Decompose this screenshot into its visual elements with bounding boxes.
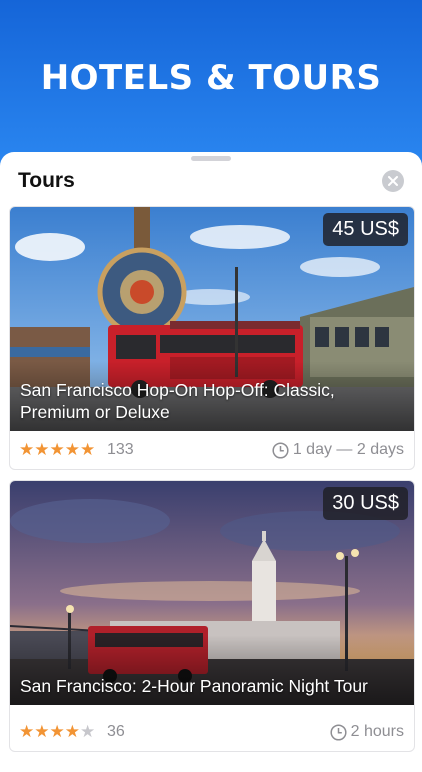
clock-icon [272,441,289,459]
duration-text: 1 day — 2 days [292,441,404,458]
price-badge: 30 US$ [323,487,408,520]
star-icon: ★ [64,722,80,741]
page-title: HOTELS & TOURS [40,58,382,98]
price-badge: 45 US$ [323,213,408,246]
header: HOTELS & TOURS [0,0,422,165]
tour-meta: ★★★★★ 36 2 hours [10,713,414,751]
tour-card[interactable]: 45 US$ San Francisco Hop-On Hop-Off: Cla… [9,206,415,470]
duration: 2 hours [330,723,404,741]
star-icon: ★ [34,440,50,459]
close-button[interactable] [382,170,404,192]
review-count: 133 [107,441,134,458]
tour-title[interactable]: San Francisco Hop-On Hop-Off: Classic, P… [20,379,404,423]
tour-meta: ★★★★★ 133 1 day — 2 days [10,431,414,469]
review-count: 36 [107,723,125,740]
star-icon: ★ [80,440,96,459]
star-empty-icon: ★ [80,722,96,741]
duration-text: 2 hours [350,723,404,740]
star-icon: ★ [49,440,65,459]
star-icon: ★ [49,722,65,741]
rating-stars: ★★★★★ [19,440,95,460]
duration: 1 day — 2 days [272,441,404,459]
tour-card[interactable]: 30 US$ San Francisco: 2-Hour Panoramic N… [9,480,415,752]
tour-photo: 45 US$ San Francisco Hop-On Hop-Off: Cla… [10,207,414,431]
clock-icon [330,723,347,741]
tour-photo: 30 US$ San Francisco: 2-Hour Panoramic N… [10,481,414,705]
close-icon [388,176,398,186]
star-icon: ★ [19,440,35,459]
tours-sheet: Tours 45 US$ San Francisco Hop-On Hop-Of… [0,152,422,772]
sheet-title: Tours [18,169,75,192]
star-icon: ★ [64,440,80,459]
star-icon: ★ [34,722,50,741]
rating-stars: ★★★★★ [19,722,95,742]
star-icon: ★ [19,722,35,741]
tour-title[interactable]: San Francisco: 2-Hour Panoramic Night To… [20,675,404,697]
sheet-grabber[interactable] [191,156,231,161]
